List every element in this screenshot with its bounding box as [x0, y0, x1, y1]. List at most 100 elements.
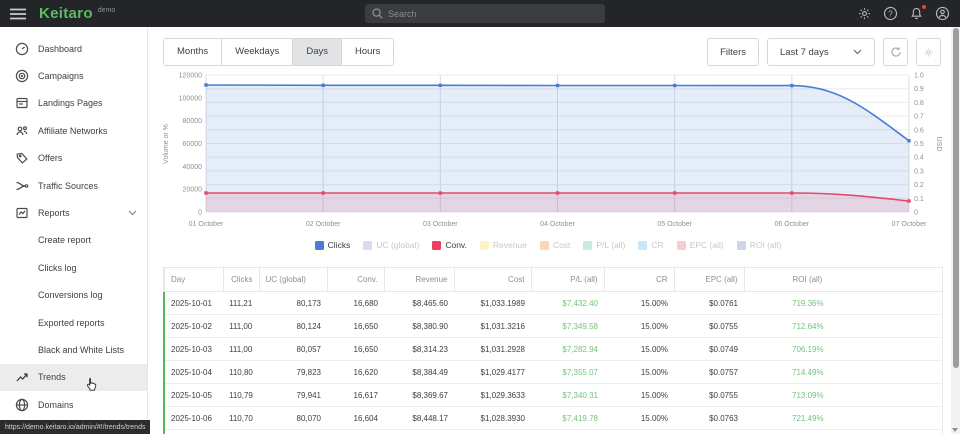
tab-hours[interactable]: Hours	[342, 39, 393, 65]
refresh-button[interactable]	[883, 38, 908, 66]
table-cell: 2025-10-04	[164, 361, 223, 384]
legend-item-cr[interactable]: CR	[638, 240, 663, 250]
table-row: 2025-10-06110,7080,07016,604$8,448.17$1,…	[164, 407, 942, 430]
traffic-sources-split-icon	[14, 178, 29, 193]
sidebar-item-offers[interactable]: Offers	[0, 145, 147, 172]
table-row: 2025-10-04110,8079,82316,620$8,384.49$1,…	[164, 361, 942, 384]
legend-item-cost[interactable]: Cost	[540, 240, 570, 250]
column-header-clicks[interactable]: Clicks	[223, 268, 259, 292]
table-cell: 110,79	[223, 384, 259, 407]
table-cell: 16,604	[327, 407, 384, 430]
legend-item-uc-global[interactable]: UC (global)	[363, 240, 419, 250]
tab-months[interactable]: Months	[164, 39, 222, 65]
keitaro-logo[interactable]: Keitaro	[39, 5, 93, 22]
column-header-cr[interactable]: CR	[604, 268, 674, 292]
table-cell: 61,44	[223, 430, 259, 434]
chevron-down-icon	[128, 210, 137, 216]
notifications-bell-icon[interactable]	[909, 6, 924, 21]
table-cell: 110,80	[223, 361, 259, 384]
legend-swatch	[315, 241, 324, 250]
svg-text:0.1: 0.1	[914, 196, 924, 203]
chart-settings-button[interactable]	[916, 38, 941, 66]
tab-weekdays[interactable]: Weekdays	[222, 39, 293, 65]
column-header-roi-all[interactable]: ROI (all)	[744, 268, 942, 292]
svg-text:01 October: 01 October	[189, 221, 224, 228]
sidebar-item-landings-pages[interactable]: Landings Pages	[0, 90, 147, 117]
hamburger-menu-icon[interactable]	[10, 8, 26, 20]
svg-text:06 October: 06 October	[775, 221, 810, 228]
svg-text:05 October: 05 October	[657, 221, 692, 228]
legend-item-roi-all[interactable]: ROI (all)	[737, 240, 782, 250]
scrollbar-down-arrow[interactable]	[952, 428, 958, 432]
table-cell: 15.00%	[604, 407, 674, 430]
table-cell: $0.0755	[674, 315, 744, 338]
sidebar-item-affiliate-networks[interactable]: Affiliate Networks	[0, 117, 147, 144]
sidebar-item-dashboard[interactable]: Dashboard	[0, 35, 147, 62]
search-input[interactable]	[388, 9, 598, 19]
svg-text:0.5: 0.5	[914, 141, 924, 148]
date-range-value: Last 7 days	[780, 47, 829, 58]
affiliate-networks-people-icon	[14, 123, 29, 138]
reports-chart-icon	[14, 206, 29, 221]
top-bar: Keitaro demo ?	[0, 0, 960, 27]
column-header-day[interactable]: Day	[164, 268, 223, 292]
sidebar-item-label: Offers	[38, 153, 62, 163]
sidebar-item-campaigns[interactable]: Campaigns	[0, 62, 147, 89]
date-range-select[interactable]: Last 7 days	[767, 38, 875, 66]
table-row: 2025-10-02111,0080,12416,650$8,380.90$1,…	[164, 315, 942, 338]
legend-swatch	[677, 241, 686, 250]
sidebar-item-label: Campaigns	[38, 71, 84, 81]
column-header-revenue[interactable]: Revenue	[384, 268, 454, 292]
table-cell: 2025-10-06	[164, 407, 223, 430]
legend-item-clicks[interactable]: Clicks	[315, 240, 351, 250]
chevron-down-icon	[853, 49, 862, 55]
legend-item-revenue[interactable]: Revenue	[480, 240, 527, 250]
svg-text:100000: 100000	[179, 95, 202, 102]
table-cell: 2025-10-07	[164, 430, 223, 434]
table-cell: 15.00%	[604, 338, 674, 361]
filters-button[interactable]: Filters	[707, 38, 759, 66]
svg-text:0.7: 0.7	[914, 114, 924, 121]
scrollbar-thumb[interactable]	[953, 28, 959, 368]
legend-item-p-l-all[interactable]: P/L (all)	[583, 240, 625, 250]
legend-label: Clicks	[328, 240, 351, 250]
tab-days[interactable]: Days	[293, 39, 342, 65]
legend-item-conv[interactable]: Conv.	[432, 240, 467, 250]
sidebar-item-label: Affiliate Networks	[38, 126, 107, 136]
legend-item-epc-all[interactable]: EPC (all)	[677, 240, 724, 250]
sidebar-item-conversions-log[interactable]: Conversions log	[0, 282, 147, 309]
sidebar-item-label: Traffic Sources	[38, 181, 98, 191]
column-header-p-l-all[interactable]: P/L (all)	[531, 268, 604, 292]
table-cell: $0.0749	[674, 338, 744, 361]
column-header-epc-all[interactable]: EPC (all)	[674, 268, 744, 292]
sidebar-item-reports[interactable]: Reports	[0, 199, 147, 226]
table-cell: 80,057	[259, 338, 327, 361]
search-box[interactable]	[365, 4, 605, 23]
sidebar-item-trends[interactable]: Trends	[0, 364, 147, 391]
table-cell: 712.64%	[744, 315, 942, 338]
table-cell: 80,070	[259, 407, 327, 430]
landings-page-icon	[14, 96, 29, 111]
table-cell: 110,70	[223, 407, 259, 430]
account-avatar-icon[interactable]	[935, 6, 950, 21]
sidebar-item-clicks-log[interactable]: Clicks log	[0, 254, 147, 281]
sidebar-item-create-report[interactable]: Create report	[0, 227, 147, 254]
table-cell: $7,419.78	[531, 407, 604, 430]
table-cell: $1,033.0187	[454, 430, 531, 434]
help-icon[interactable]: ?	[883, 6, 898, 21]
column-header-conv[interactable]: Conv.	[327, 268, 384, 292]
table-cell: 15.00%	[604, 384, 674, 407]
legend-swatch	[583, 241, 592, 250]
sidebar-item-black-and-white-lists[interactable]: Black and White Lists	[0, 336, 147, 363]
search-icon	[372, 8, 383, 19]
table-cell: 15.00%	[604, 430, 674, 434]
sidebar-item-domains[interactable]: Domains	[0, 391, 147, 418]
sidebar-item-traffic-sources[interactable]: Traffic Sources	[0, 172, 147, 199]
legend-label: EPC (all)	[690, 240, 724, 250]
sidebar-item-label: Domains	[38, 400, 74, 410]
vertical-scrollbar[interactable]	[951, 27, 960, 434]
settings-gear-icon[interactable]	[857, 6, 872, 21]
sidebar-item-exported-reports[interactable]: Exported reports	[0, 309, 147, 336]
column-header-uc-global[interactable]: UC (global)	[259, 268, 327, 292]
column-header-cost[interactable]: Cost	[454, 268, 531, 292]
